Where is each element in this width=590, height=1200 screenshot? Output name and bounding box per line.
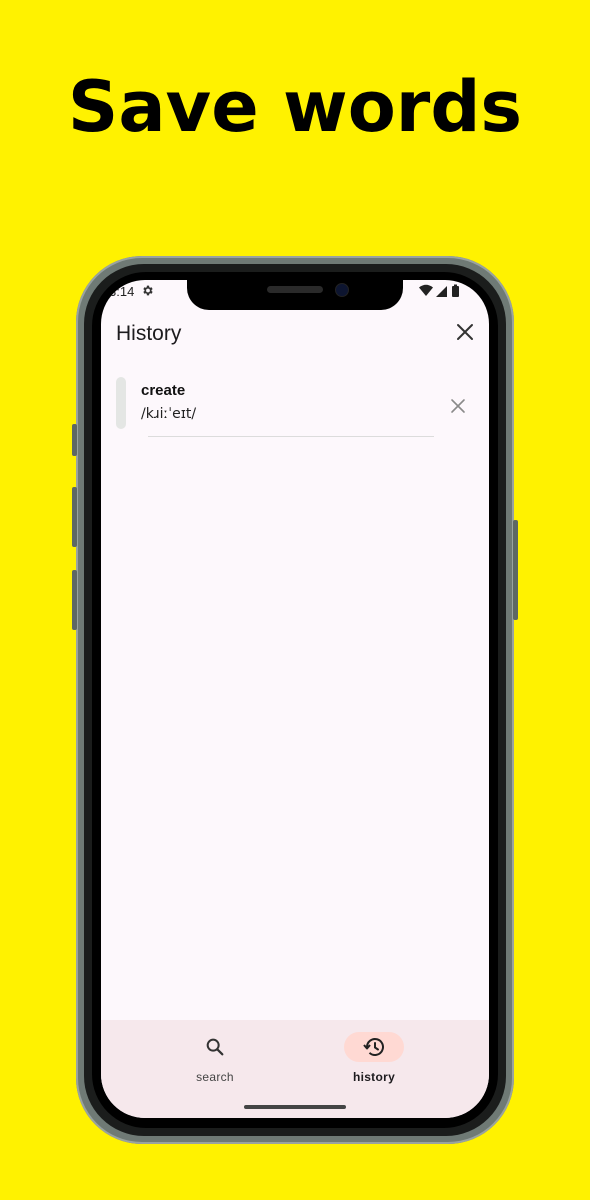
close-icon[interactable] bbox=[455, 322, 475, 342]
headline: Save words bbox=[67, 66, 523, 148]
status-icons bbox=[419, 284, 459, 297]
history-icon bbox=[363, 1038, 384, 1056]
nav-search-label: search bbox=[196, 1070, 234, 1084]
item-accent-bar bbox=[116, 377, 126, 429]
power-button bbox=[513, 520, 518, 620]
volume-up-button bbox=[72, 487, 77, 547]
signal-icon bbox=[436, 286, 447, 297]
status-time: 3:14 bbox=[109, 284, 135, 299]
front-camera bbox=[335, 283, 349, 297]
gear-icon bbox=[143, 285, 153, 296]
search-icon-wrap bbox=[185, 1032, 245, 1062]
nav-history-label: history bbox=[352, 1070, 396, 1084]
app-screen: 3:14 History create /kɹiːˈeɪt/ search hi… bbox=[101, 280, 489, 1118]
nav-history[interactable]: history bbox=[334, 1032, 414, 1092]
notch bbox=[187, 280, 403, 310]
volume-down-button bbox=[72, 570, 77, 630]
battery-icon bbox=[452, 284, 459, 297]
history-phonetic: /kɹiːˈeɪt/ bbox=[141, 406, 197, 422]
remove-item-icon[interactable] bbox=[450, 398, 466, 414]
nav-search[interactable]: search bbox=[175, 1032, 255, 1092]
page-title: History bbox=[116, 322, 182, 345]
history-word: create bbox=[141, 382, 186, 399]
wifi-icon bbox=[419, 284, 433, 296]
bottom-navigation: search history bbox=[101, 1020, 489, 1118]
mute-switch bbox=[72, 424, 77, 456]
list-divider bbox=[148, 436, 434, 437]
history-icon-wrap bbox=[344, 1032, 404, 1062]
history-list-item[interactable]: create /kɹiːˈeɪt/ bbox=[116, 376, 476, 436]
home-indicator[interactable] bbox=[244, 1105, 346, 1109]
search-icon bbox=[206, 1038, 224, 1056]
speaker-grille bbox=[267, 286, 323, 293]
